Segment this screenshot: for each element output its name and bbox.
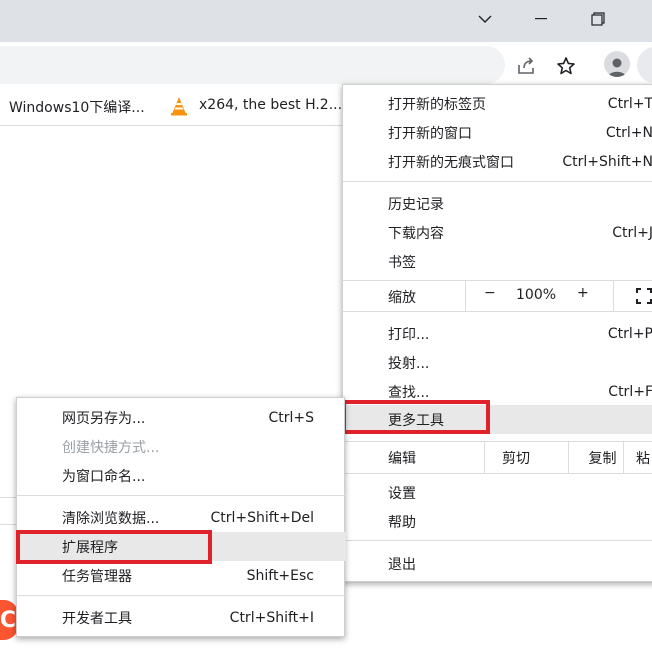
star-icon xyxy=(557,57,575,75)
menu-divider xyxy=(343,181,652,182)
chevron-down-icon xyxy=(478,15,492,23)
address-bar[interactable] xyxy=(0,46,505,84)
cut-button[interactable]: 剪切 xyxy=(484,441,568,473)
highlight-box-more-tools xyxy=(342,400,490,434)
submenu-item-name-window[interactable]: 为窗口命名... xyxy=(17,461,346,490)
highlight-box-extensions xyxy=(16,530,212,564)
profile-button[interactable] xyxy=(604,51,630,77)
menu-item-history[interactable]: 历史记录 xyxy=(343,189,652,218)
menu-item-cast[interactable]: 投射... xyxy=(343,348,652,377)
menu-item-bookmarks[interactable]: 书签 xyxy=(343,247,652,276)
bookmark-item[interactable]: x264, the best H.2... xyxy=(199,97,342,113)
minimize-icon xyxy=(535,18,547,20)
menu-divider xyxy=(343,473,652,474)
menu-item-new-window[interactable]: 打开新的窗口 Ctrl+N xyxy=(343,118,652,147)
submenu-item-clear-data[interactable]: 清除浏览数据... Ctrl+Shift+Del xyxy=(17,503,346,532)
vlc-cone-icon xyxy=(169,96,189,116)
more-tools-submenu: 网页另存为... Ctrl+S 创建快捷方式... 为窗口命名... 清除浏览数… xyxy=(16,397,346,637)
zoom-level: 100% xyxy=(516,287,557,303)
profile-icon xyxy=(608,58,626,77)
menu-item-help[interactable]: 帮助 xyxy=(343,507,652,536)
restore-icon xyxy=(591,12,605,26)
chrome-main-menu: 打开新的标签页 Ctrl+T 打开新的窗口 Ctrl+N 打开新的无痕式窗口 C… xyxy=(342,84,652,582)
menu-divider xyxy=(343,540,652,541)
menu-item-new-incognito[interactable]: 打开新的无痕式窗口 Ctrl+Shift+N xyxy=(343,147,652,176)
submenu-divider xyxy=(17,495,346,496)
submenu-item-create-shortcut: 创建快捷方式... xyxy=(62,439,160,456)
menu-item-new-tab[interactable]: 打开新的标签页 Ctrl+T xyxy=(343,89,652,118)
bookmark-star-button[interactable] xyxy=(550,50,582,82)
menu-item-settings[interactable]: 设置 xyxy=(343,478,652,507)
zoom-controls: − 100% + xyxy=(465,281,589,311)
edit-row: 编辑 剪切 复制 粘 xyxy=(343,441,652,473)
menu-item-exit[interactable]: 退出 xyxy=(343,549,652,578)
minimize-button[interactable] xyxy=(518,0,564,38)
menu-item-downloads[interactable]: 下载内容 Ctrl+J xyxy=(343,218,652,247)
bookmark-item[interactable]: Windows10下编译... xyxy=(9,97,145,117)
share-button[interactable] xyxy=(510,50,542,82)
submenu-item-task-manager[interactable]: 任务管理器 Shift+Esc xyxy=(17,561,346,590)
share-icon xyxy=(518,57,534,74)
tab-search-button[interactable] xyxy=(462,0,508,38)
submenu-item-save-page[interactable]: 网页另存为... Ctrl+S xyxy=(17,403,346,432)
paste-button[interactable]: 粘 xyxy=(623,441,652,473)
zoom-row: 缩放 − 100% + xyxy=(343,281,652,311)
menu-item-print[interactable]: 打印... Ctrl+P xyxy=(343,319,652,348)
submenu-item-dev-tools[interactable]: 开发者工具 Ctrl+Shift+I xyxy=(17,603,346,632)
menu-divider xyxy=(343,311,652,312)
fullscreen-icon xyxy=(636,288,652,304)
zoom-in-button[interactable]: + xyxy=(577,285,589,301)
submenu-divider xyxy=(17,595,346,596)
fullscreen-button[interactable] xyxy=(613,281,652,311)
zoom-out-button[interactable]: − xyxy=(484,285,496,301)
restore-button[interactable] xyxy=(575,0,621,38)
